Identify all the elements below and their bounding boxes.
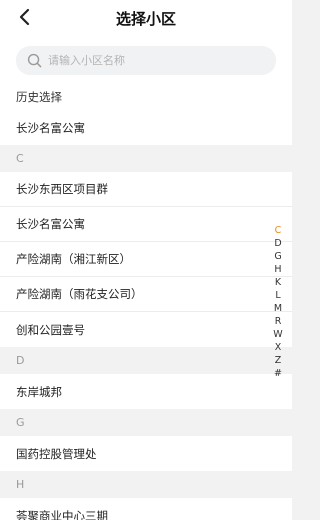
search-bar: [0, 38, 292, 84]
page-title: 选择小区: [115, 10, 176, 28]
index-letter-g[interactable]: G: [271, 250, 285, 263]
search-input[interactable]: [48, 50, 248, 71]
community-select-screen: 选择小区 历史选择 长沙名富公寓 C 长沙东西区项目群 长沙名富公寓 产: [0, 0, 292, 520]
history-item[interactable]: 长沙名富公寓: [0, 110, 292, 145]
index-letter-l[interactable]: L: [271, 289, 285, 302]
section-letter: D: [16, 354, 25, 367]
list-item-label: 产险湖南（雨花支公司）: [16, 287, 143, 301]
index-letter-c[interactable]: C: [271, 224, 285, 237]
list-item-label: 长沙名富公寓: [16, 120, 85, 135]
index-letter-r[interactable]: R: [271, 315, 285, 328]
index-letter-h[interactable]: H: [271, 263, 285, 276]
top-nav-bar: 选择小区: [0, 0, 292, 38]
list-item-label: 创和公园壹号: [16, 322, 85, 337]
section-letter: H: [16, 478, 25, 491]
list-item-label: 国药控股管理处: [16, 446, 97, 461]
index-letter-z[interactable]: Z: [271, 354, 285, 367]
section-header-g: G: [0, 409, 292, 436]
list-item-label: 长沙东西区项目群: [16, 182, 108, 196]
search-box[interactable]: [16, 46, 276, 75]
community-list: 长沙名富公寓 C 长沙东西区项目群 长沙名富公寓 产险湖南（湘江新区） 产险湖南…: [0, 110, 292, 520]
section-letter: G: [16, 416, 25, 429]
list-item[interactable]: 产险湖南（湘江新区）: [0, 242, 292, 277]
index-letter-m[interactable]: M: [271, 302, 285, 315]
list-item-label: 长沙名富公寓: [16, 217, 85, 231]
list-item[interactable]: 长沙名富公寓: [0, 207, 292, 242]
search-icon: [26, 53, 42, 69]
list-item[interactable]: 国药控股管理处: [0, 436, 292, 471]
list-item[interactable]: 产险湖南（雨花支公司）: [0, 277, 292, 312]
section-header-h: H: [0, 471, 292, 498]
list-item[interactable]: 创和公园壹号: [0, 312, 292, 347]
list-item[interactable]: 荟聚商业中心三期: [0, 498, 292, 520]
alphabet-index-bar[interactable]: C D G H K L M R W X Z #: [271, 224, 285, 380]
index-letter-k[interactable]: K: [271, 276, 285, 289]
list-item-label: 东岸城邦: [16, 384, 62, 399]
list-item-label: 产险湖南（湘江新区）: [16, 252, 131, 266]
list-item-label: 荟聚商业中心三期: [16, 508, 108, 520]
index-letter-d[interactable]: D: [271, 237, 285, 250]
section-letter: C: [16, 152, 24, 165]
list-item[interactable]: 东岸城邦: [0, 374, 292, 409]
index-letter-x[interactable]: X: [271, 341, 285, 354]
section-header-c: C: [0, 145, 292, 172]
list-item[interactable]: 长沙东西区项目群: [0, 172, 292, 207]
index-letter-hash[interactable]: #: [271, 367, 285, 380]
index-letter-w[interactable]: W: [271, 328, 285, 341]
history-section-title: 历史选择: [0, 84, 292, 110]
section-header-d: D: [0, 347, 292, 374]
